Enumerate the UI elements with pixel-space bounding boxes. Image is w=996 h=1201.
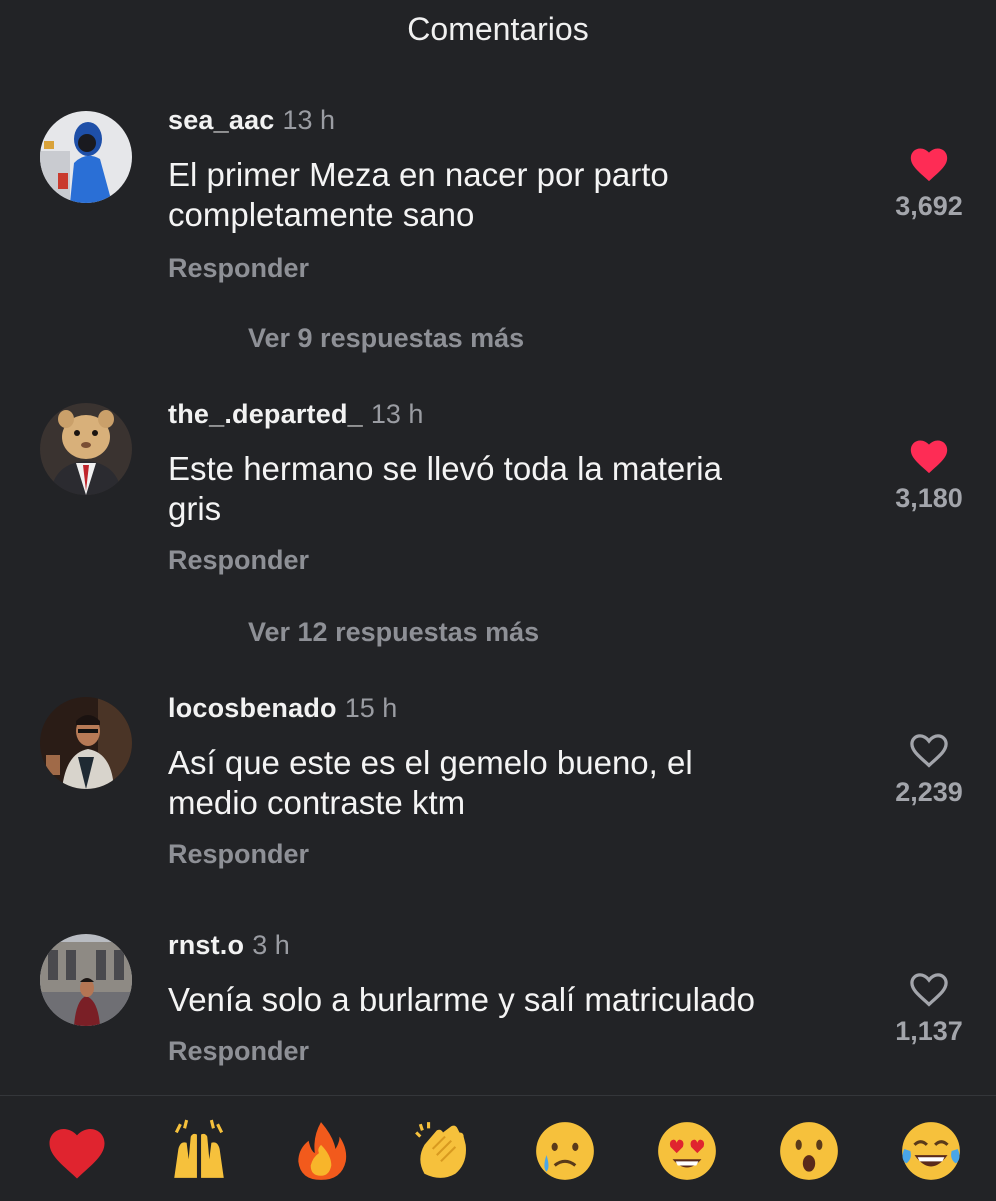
red-heart-emoji-button[interactable] (42, 1116, 112, 1186)
comment-text: Venía solo a burlarme y salí matriculado (168, 980, 868, 1020)
username[interactable]: the_.departed_ (168, 399, 363, 429)
comment-item: rnst.o 3 h Venía solo a burlarme y salí m… (0, 930, 996, 1080)
username[interactable]: sea_aac (168, 105, 275, 135)
comment-item: sea_aac 13 h El primer Meza en nacer por … (0, 105, 996, 355)
comment-text: Así que este es el gemelo bueno, el medi… (168, 743, 848, 823)
like-button[interactable]: 3,180 (884, 435, 974, 514)
sad-face-emoji-button[interactable] (530, 1116, 600, 1186)
heart-filled-icon (910, 440, 948, 474)
comment-item: locosbenado 15 h Así que este es el gemel… (0, 693, 996, 883)
username[interactable]: rnst.o (168, 930, 244, 960)
comment-item: the_.departed_ 13 h Este hermano se llevó… (0, 399, 996, 649)
avatar[interactable] (40, 934, 132, 1026)
surprised-face-emoji-button[interactable] (774, 1116, 844, 1186)
timestamp: 15 h (344, 693, 398, 723)
heart-eyes-emoji-button[interactable] (652, 1116, 722, 1186)
timestamp: 13 h (370, 399, 424, 429)
heart-outline-icon (910, 734, 948, 768)
tears-of-joy-emoji-button[interactable] (896, 1116, 966, 1186)
heart-outline-icon (910, 973, 948, 1007)
view-more-replies[interactable]: Ver 12 respuestas más (248, 617, 539, 648)
raising-hands-emoji-button[interactable] (164, 1116, 234, 1186)
username[interactable]: locosbenado (168, 693, 337, 723)
reply-button[interactable]: Responder (168, 545, 309, 576)
reply-button[interactable]: Responder (168, 253, 309, 284)
comment-text-line: completamente sano (168, 196, 475, 233)
like-button[interactable]: 1,137 (884, 968, 974, 1047)
like-count: 3,692 (895, 191, 963, 221)
fire-emoji-button[interactable] (286, 1116, 356, 1186)
avatar[interactable] (40, 403, 132, 495)
heart-filled-icon (910, 148, 948, 182)
comment-text: Este hermano se llevó toda la materia gr… (168, 449, 848, 529)
comment-meta: rnst.o 3 h (168, 930, 290, 961)
comment-text: El primer Meza en nacer por parto comple… (168, 155, 848, 235)
avatar[interactable] (40, 111, 132, 203)
comment-text-line: El primer Meza en nacer por parto (168, 156, 669, 193)
like-count: 1,137 (895, 1016, 963, 1046)
comment-text-line: medio contraste ktm (168, 784, 466, 821)
page-title: Comentarios (407, 11, 589, 47)
clapping-hands-emoji-button[interactable] (408, 1116, 478, 1186)
comment-text-line: Así que este es el gemelo bueno, el (168, 744, 693, 781)
reply-button[interactable]: Responder (168, 1036, 309, 1067)
view-more-replies[interactable]: Ver 9 respuestas más (248, 323, 524, 354)
comment-meta: locosbenado 15 h (168, 693, 397, 724)
comment-meta: the_.departed_ 13 h (168, 399, 423, 430)
like-count: 2,239 (895, 777, 963, 807)
like-count: 3,180 (895, 483, 963, 513)
comments-header: Comentarios (0, 0, 996, 60)
timestamp: 13 h (282, 105, 336, 135)
avatar[interactable] (40, 697, 132, 789)
comment-text-line: Este hermano se llevó toda la materia (168, 450, 722, 487)
emoji-reaction-bar (0, 1095, 996, 1201)
reply-button[interactable]: Responder (168, 839, 309, 870)
timestamp: 3 h (252, 930, 290, 960)
like-button[interactable]: 3,692 (884, 143, 974, 222)
like-button[interactable]: 2,239 (884, 729, 974, 808)
comment-meta: sea_aac 13 h (168, 105, 335, 136)
comment-text-line: gris (168, 490, 222, 527)
comment-text-line: Venía solo a burlarme y salí matriculado (168, 981, 755, 1018)
